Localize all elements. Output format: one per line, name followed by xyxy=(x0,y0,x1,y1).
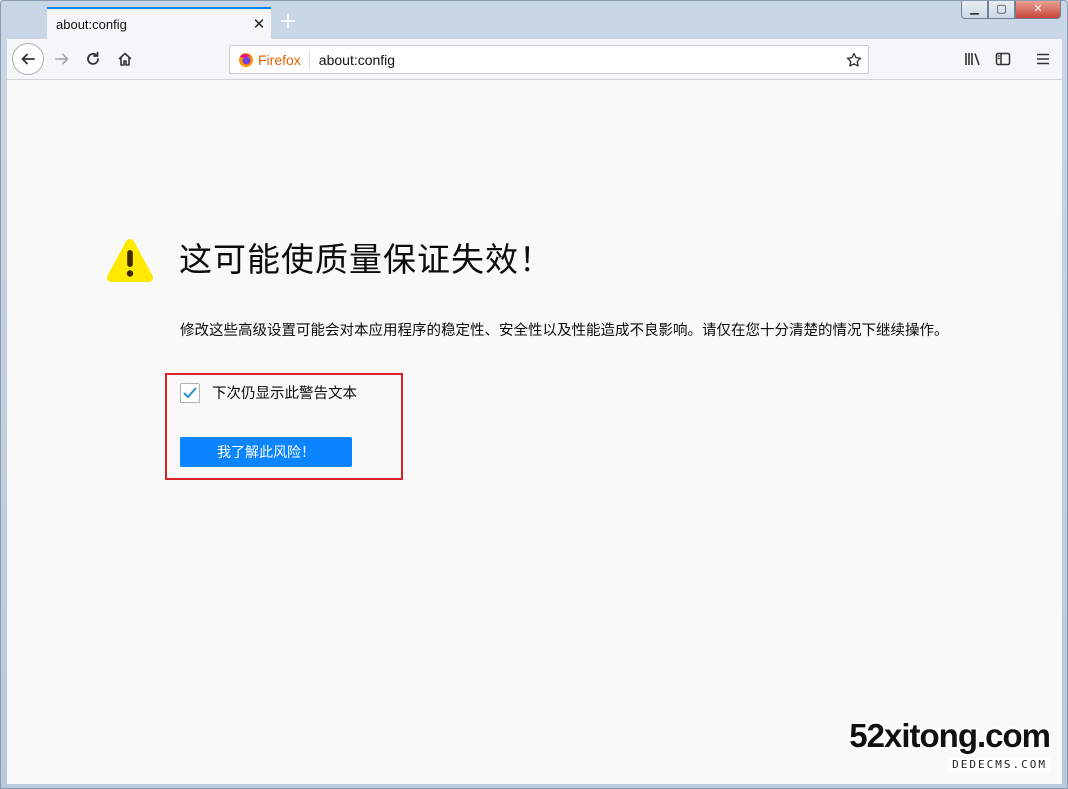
checkbox-label: 下次仍显示此警告文本 xyxy=(212,386,357,402)
browser-window: about:config ✕ + ▁ ▢ ✕ Firefox about:con… xyxy=(0,0,1068,789)
minimize-button[interactable]: ▁ xyxy=(961,1,988,19)
home-icon[interactable] xyxy=(110,44,140,74)
show-warning-checkbox[interactable] xyxy=(180,382,200,403)
window-controls: ▁ ▢ ✕ xyxy=(961,1,1061,19)
warning-description: 修改这些高级设置可能会对本应用程序的稳定性、安全性以及性能造成不良影响。请仅在您… xyxy=(180,323,949,339)
tab-close-icon[interactable]: ✕ xyxy=(247,15,271,33)
forward-arrow-icon[interactable] xyxy=(47,44,77,74)
maximize-button[interactable]: ▢ xyxy=(988,1,1015,19)
close-window-button[interactable]: ✕ xyxy=(1015,1,1061,19)
url-bar[interactable]: Firefox about:config xyxy=(229,45,869,74)
hamburger-menu-icon[interactable] xyxy=(1028,44,1058,74)
navigation-toolbar: Firefox about:config xyxy=(7,39,1062,80)
sidebar-icon[interactable] xyxy=(988,44,1018,74)
accept-risk-button[interactable]: 我了解此风险！ xyxy=(180,437,352,467)
watermark-main: 52xitong.com xyxy=(849,717,1051,754)
tab-title: about:config xyxy=(56,16,127,32)
tab-about-config[interactable]: about:config ✕ xyxy=(47,7,271,39)
watermark-sub: DEDECMS.COM xyxy=(949,758,1050,771)
firefox-logo-icon xyxy=(239,52,253,67)
checkmark-icon xyxy=(183,387,197,398)
url-text[interactable]: about:config xyxy=(319,52,840,68)
page-content: 这可能使质量保证失效！ 修改这些高级设置可能会对本应用程序的稳定性、安全性以及性… xyxy=(7,80,1062,784)
bookmark-star-icon[interactable] xyxy=(840,52,868,68)
title-bar: about:config ✕ + ▁ ▢ ✕ xyxy=(1,1,1067,39)
warning-title: 这可能使质量保证失效！ xyxy=(179,240,553,279)
reload-icon[interactable] xyxy=(78,44,108,74)
show-warning-checkbox-row[interactable]: 下次仍显示此警告文本 xyxy=(180,382,357,403)
new-tab-icon[interactable]: + xyxy=(277,9,299,35)
identity-box[interactable]: Firefox xyxy=(230,50,310,69)
warning-triangle-icon xyxy=(106,237,154,287)
back-arrow-icon[interactable] xyxy=(12,43,44,75)
watermark: 52xitong.com DEDECMS.COM xyxy=(849,717,1051,772)
library-icon[interactable] xyxy=(958,44,988,74)
identity-label: Firefox xyxy=(258,51,301,68)
